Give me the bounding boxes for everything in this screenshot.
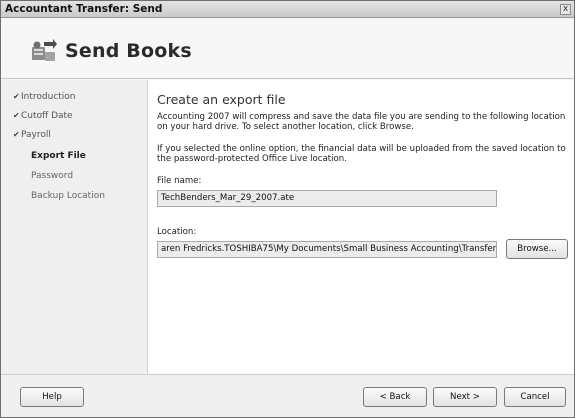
send-books-icon <box>31 39 57 63</box>
page-title: Send Books <box>65 40 192 62</box>
step-export-file[interactable]: Export File <box>31 151 86 165</box>
instruction-text: Accounting 2007 will compress and save t… <box>157 112 566 132</box>
title-bar: Accountant Transfer: Send x <box>1 1 574 18</box>
step-backup-location: Backup Location <box>31 191 105 205</box>
step-label: Export File <box>31 151 86 161</box>
step-label: Backup Location <box>31 191 105 201</box>
help-button[interactable]: Help <box>20 387 84 407</box>
main-content: Create an export file Accounting 2007 wi… <box>147 80 574 374</box>
close-icon[interactable]: x <box>560 4 571 15</box>
step-label: Cutoff Date <box>21 111 73 121</box>
step-cutoff-date[interactable]: ✔Cutoff Date <box>13 111 73 125</box>
step-label: Payroll <box>21 130 51 140</box>
location-field[interactable]: aren Fredricks.TOSHIBA75\My Documents\Sm… <box>157 241 497 258</box>
location-label: Location: <box>157 227 197 237</box>
step-payroll[interactable]: ✔Payroll <box>13 130 51 144</box>
step-label: Password <box>31 171 74 181</box>
back-button[interactable]: < Back <box>363 387 427 407</box>
online-option-text: If you selected the online option, the f… <box>157 144 566 164</box>
browse-button[interactable]: Browse... <box>506 239 568 259</box>
next-button[interactable]: Next > <box>433 387 497 407</box>
checkmark-icon: ✔ <box>13 111 20 120</box>
section-heading: Create an export file <box>157 92 286 107</box>
wizard-header: Send Books <box>1 19 574 79</box>
file-name-label: File name: <box>157 176 202 186</box>
step-introduction[interactable]: ✔Introduction <box>13 92 76 106</box>
checkmark-icon: ✔ <box>13 130 20 139</box>
wizard-footer: Help < Back Next > Cancel <box>1 374 574 417</box>
window-title: Accountant Transfer: Send <box>5 3 163 15</box>
step-label: Introduction <box>21 92 76 102</box>
step-password: Password <box>31 171 73 185</box>
accountant-transfer-window: Accountant Transfer: Send x Send Books ✔… <box>0 0 575 418</box>
cancel-button[interactable]: Cancel <box>504 387 566 407</box>
checkmark-icon: ✔ <box>13 92 20 101</box>
file-name-field[interactable]: TechBenders_Mar_29_2007.ate <box>157 190 497 207</box>
wizard-steps-sidebar: ✔Introduction ✔Cutoff Date ✔Payroll Expo… <box>1 80 147 374</box>
